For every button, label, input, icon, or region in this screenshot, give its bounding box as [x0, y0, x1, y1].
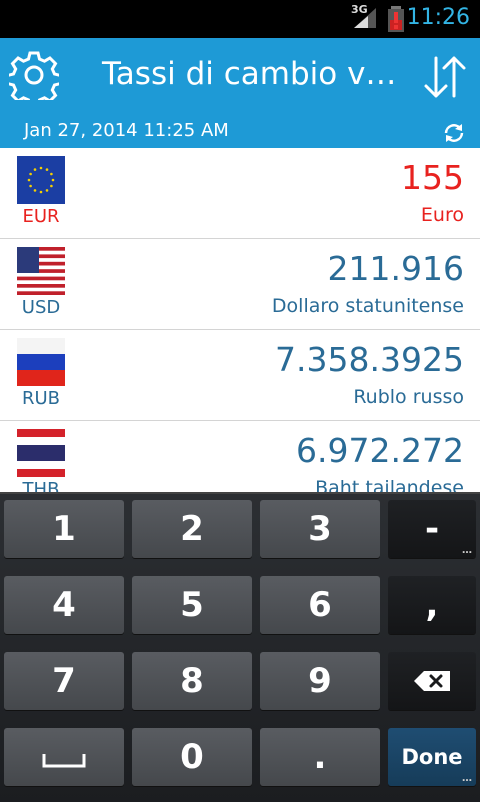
status-bar: 3G 11:26: [0, 0, 480, 38]
key-7[interactable]: 7: [4, 652, 124, 710]
key-3[interactable]: 3: [260, 500, 380, 558]
key-0[interactable]: 0: [132, 728, 252, 786]
th-flag-icon: [17, 429, 65, 477]
page-title: Tassi di cambio v…: [102, 56, 397, 92]
currency-row-eur[interactable]: EUR 155 Euro: [0, 148, 480, 239]
backspace-icon: [414, 671, 450, 691]
app-bar: Tassi di cambio v…: [0, 38, 480, 118]
currency-code: THB: [22, 479, 60, 492]
currency-amount: 6.972.272: [296, 431, 464, 470]
currency-amount: 155: [401, 158, 464, 197]
key-2[interactable]: 2: [132, 500, 252, 558]
currency-list: EUR 155 Euro USD 211.916 Dollaro statuni…: [0, 148, 480, 492]
space-icon: [42, 754, 86, 768]
signal-icon: [354, 8, 376, 28]
done-label: Done: [401, 745, 463, 769]
currency-code: EUR: [22, 206, 60, 227]
currency-row-thb[interactable]: THB 6.972.272 Baht tailandese: [0, 421, 480, 492]
key-minus-label: -: [424, 509, 440, 549]
key-8[interactable]: 8: [132, 652, 252, 710]
more-dots: …: [462, 773, 472, 784]
done-button[interactable]: Done …: [388, 728, 476, 786]
currency-name: Euro: [420, 204, 464, 226]
key-space[interactable]: [4, 728, 124, 786]
key-1[interactable]: 1: [4, 500, 124, 558]
ru-flag-icon: [17, 338, 65, 386]
currency-name: Dollaro statunitense: [271, 295, 464, 317]
currency-name: Baht tailandese: [315, 477, 464, 492]
key-comma[interactable]: ,: [388, 576, 476, 634]
key-backspace[interactable]: [388, 652, 476, 710]
more-dots: …: [462, 545, 472, 556]
last-update-date: Jan 27, 2014 11:25 AM: [24, 120, 229, 141]
key-6[interactable]: 6: [260, 576, 380, 634]
eu-flag-icon: [17, 156, 65, 204]
currency-code: RUB: [21, 388, 61, 409]
gear-icon[interactable]: [9, 50, 59, 100]
currency-amount: 7.358.3925: [275, 340, 464, 379]
currency-row-rub[interactable]: RUB 7.358.3925 Rublo russo: [0, 330, 480, 421]
key-minus[interactable]: -…: [388, 500, 476, 558]
refresh-icon[interactable]: [442, 121, 466, 145]
currency-code: USD: [21, 297, 61, 318]
clock: 11:26: [406, 5, 470, 30]
swap-icon[interactable]: [422, 54, 468, 100]
date-bar: Jan 27, 2014 11:25 AM: [0, 118, 480, 148]
key-4[interactable]: 4: [4, 576, 124, 634]
currency-amount: 211.916: [327, 249, 464, 288]
key-5[interactable]: 5: [132, 576, 252, 634]
battery-alert-icon: [388, 6, 404, 32]
currency-name: Rublo russo: [353, 386, 464, 408]
currency-row-usd[interactable]: USD 211.916 Dollaro statunitense: [0, 239, 480, 330]
key-period[interactable]: .: [260, 728, 380, 786]
key-9[interactable]: 9: [260, 652, 380, 710]
us-flag-icon: [17, 247, 65, 295]
numeric-keyboard: 1 2 3 -… 4 5 6 , 7 8 9 0 . Done…: [0, 492, 480, 802]
